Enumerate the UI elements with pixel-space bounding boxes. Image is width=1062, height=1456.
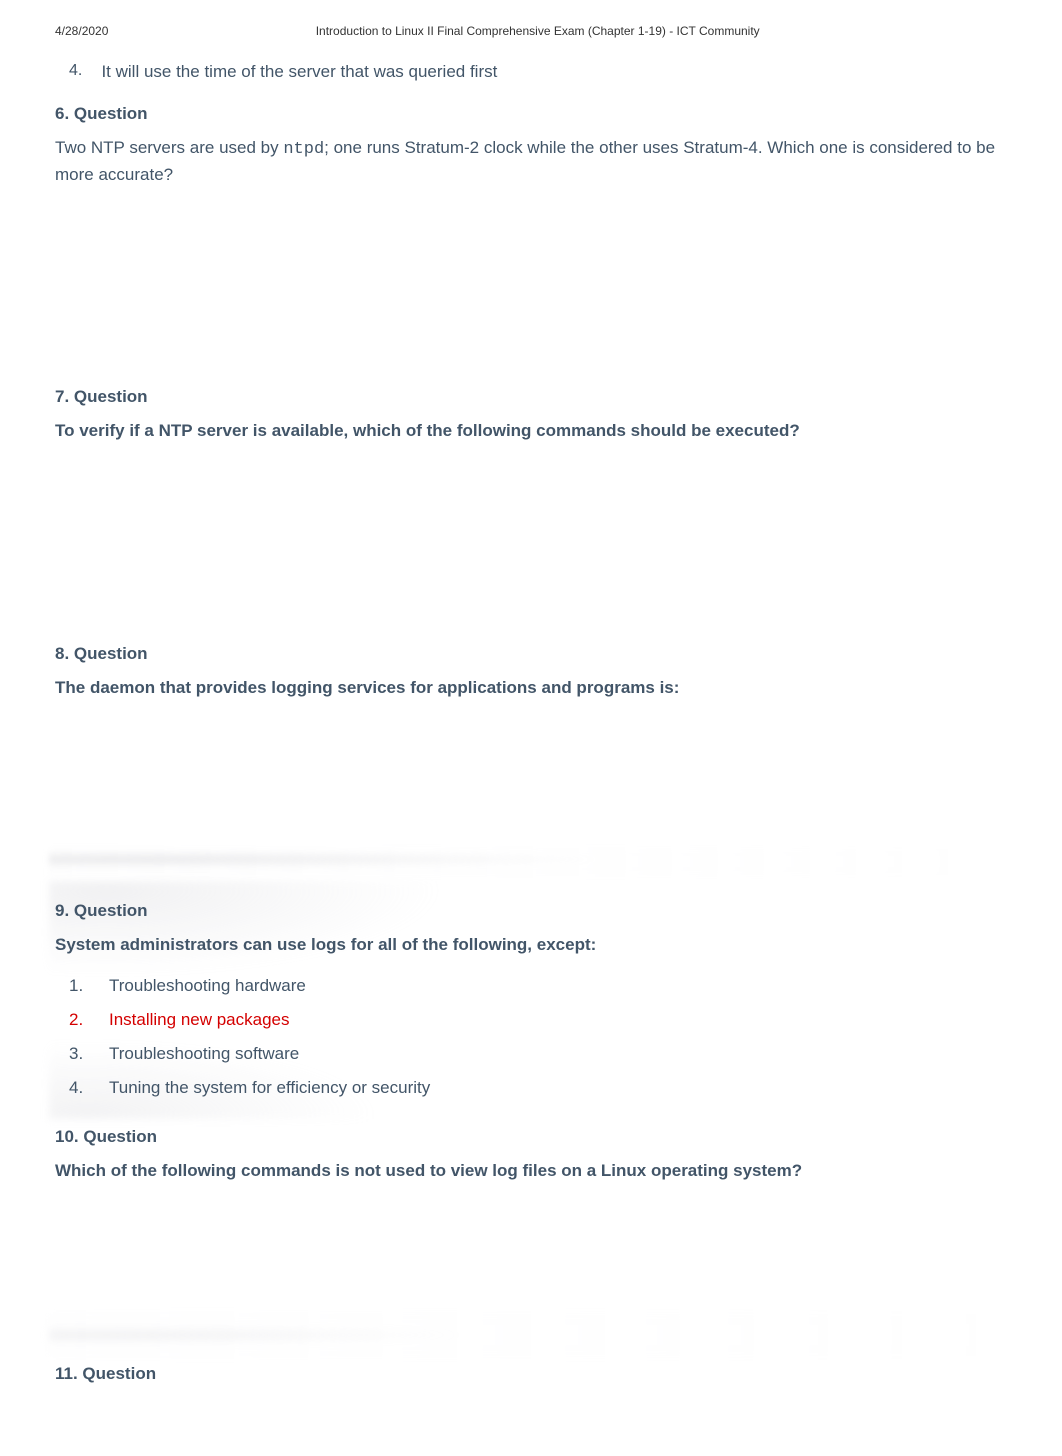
question-text: Which of the following commands is not u… [55,1159,1007,1184]
option-text: Troubleshooting software [109,1037,299,1071]
question-10: 10. Question Which of the following comm… [55,1127,1007,1344]
answer-option-correct: 2. Installing new packages [69,1003,1007,1037]
question-heading: 8. Question [55,644,1007,664]
option-text: Troubleshooting hardware [109,969,306,1003]
option-text: Tuning the system for efficiency or secu… [109,1071,430,1105]
question-heading: 11. Question [55,1364,1007,1384]
question-6: 6. Question Two NTP servers are used by … [55,104,1007,367]
answer-option: 4. Tuning the system for efficiency or s… [69,1071,1007,1105]
option-number: 2. [69,1003,109,1037]
question-11: 11. Question [55,1364,1007,1384]
question-7: 7. Question To verify if a NTP server is… [55,387,1007,624]
prior-question-last-option: 4. It will use the time of the server th… [69,62,1007,82]
question-heading: 6. Question [55,104,1007,124]
question-9: 9. Question System administrators can us… [55,901,1007,1106]
inline-code: ntpd [283,140,324,159]
answer-space [55,1194,1007,1344]
option-number: 4. [69,1071,109,1105]
question-8: 8. Question The daemon that provides log… [55,644,1007,881]
question-heading: 10. Question [55,1127,1007,1147]
option-text: Installing new packages [109,1003,290,1037]
question-text: The daemon that provides logging service… [55,676,1007,701]
question-heading: 9. Question [55,901,1007,921]
question-text-part: Two NTP servers are used by [55,138,283,157]
question-heading: 7. Question [55,387,1007,407]
answer-list: 1. Troubleshooting hardware 2. Installin… [69,969,1007,1105]
option-number: 1. [69,969,109,1003]
answer-space [55,454,1007,624]
answer-space [55,711,1007,881]
page-header: 4/28/2020 Introduction to Linux II Final… [55,0,1007,48]
answer-option: 3. Troubleshooting software [69,1037,1007,1071]
option-number: 3. [69,1037,109,1071]
answer-space [55,197,1007,367]
header-title: Introduction to Linux II Final Comprehen… [68,24,1007,38]
question-text: Two NTP servers are used by ntpd; one ru… [55,136,1007,187]
answer-option: 1. Troubleshooting hardware [69,969,1007,1003]
question-text: To verify if a NTP server is available, … [55,419,1007,444]
option-text: It will use the time of the server that … [101,62,497,82]
question-text: System administrators can use logs for a… [55,933,1007,958]
option-number: 4. [69,62,97,80]
